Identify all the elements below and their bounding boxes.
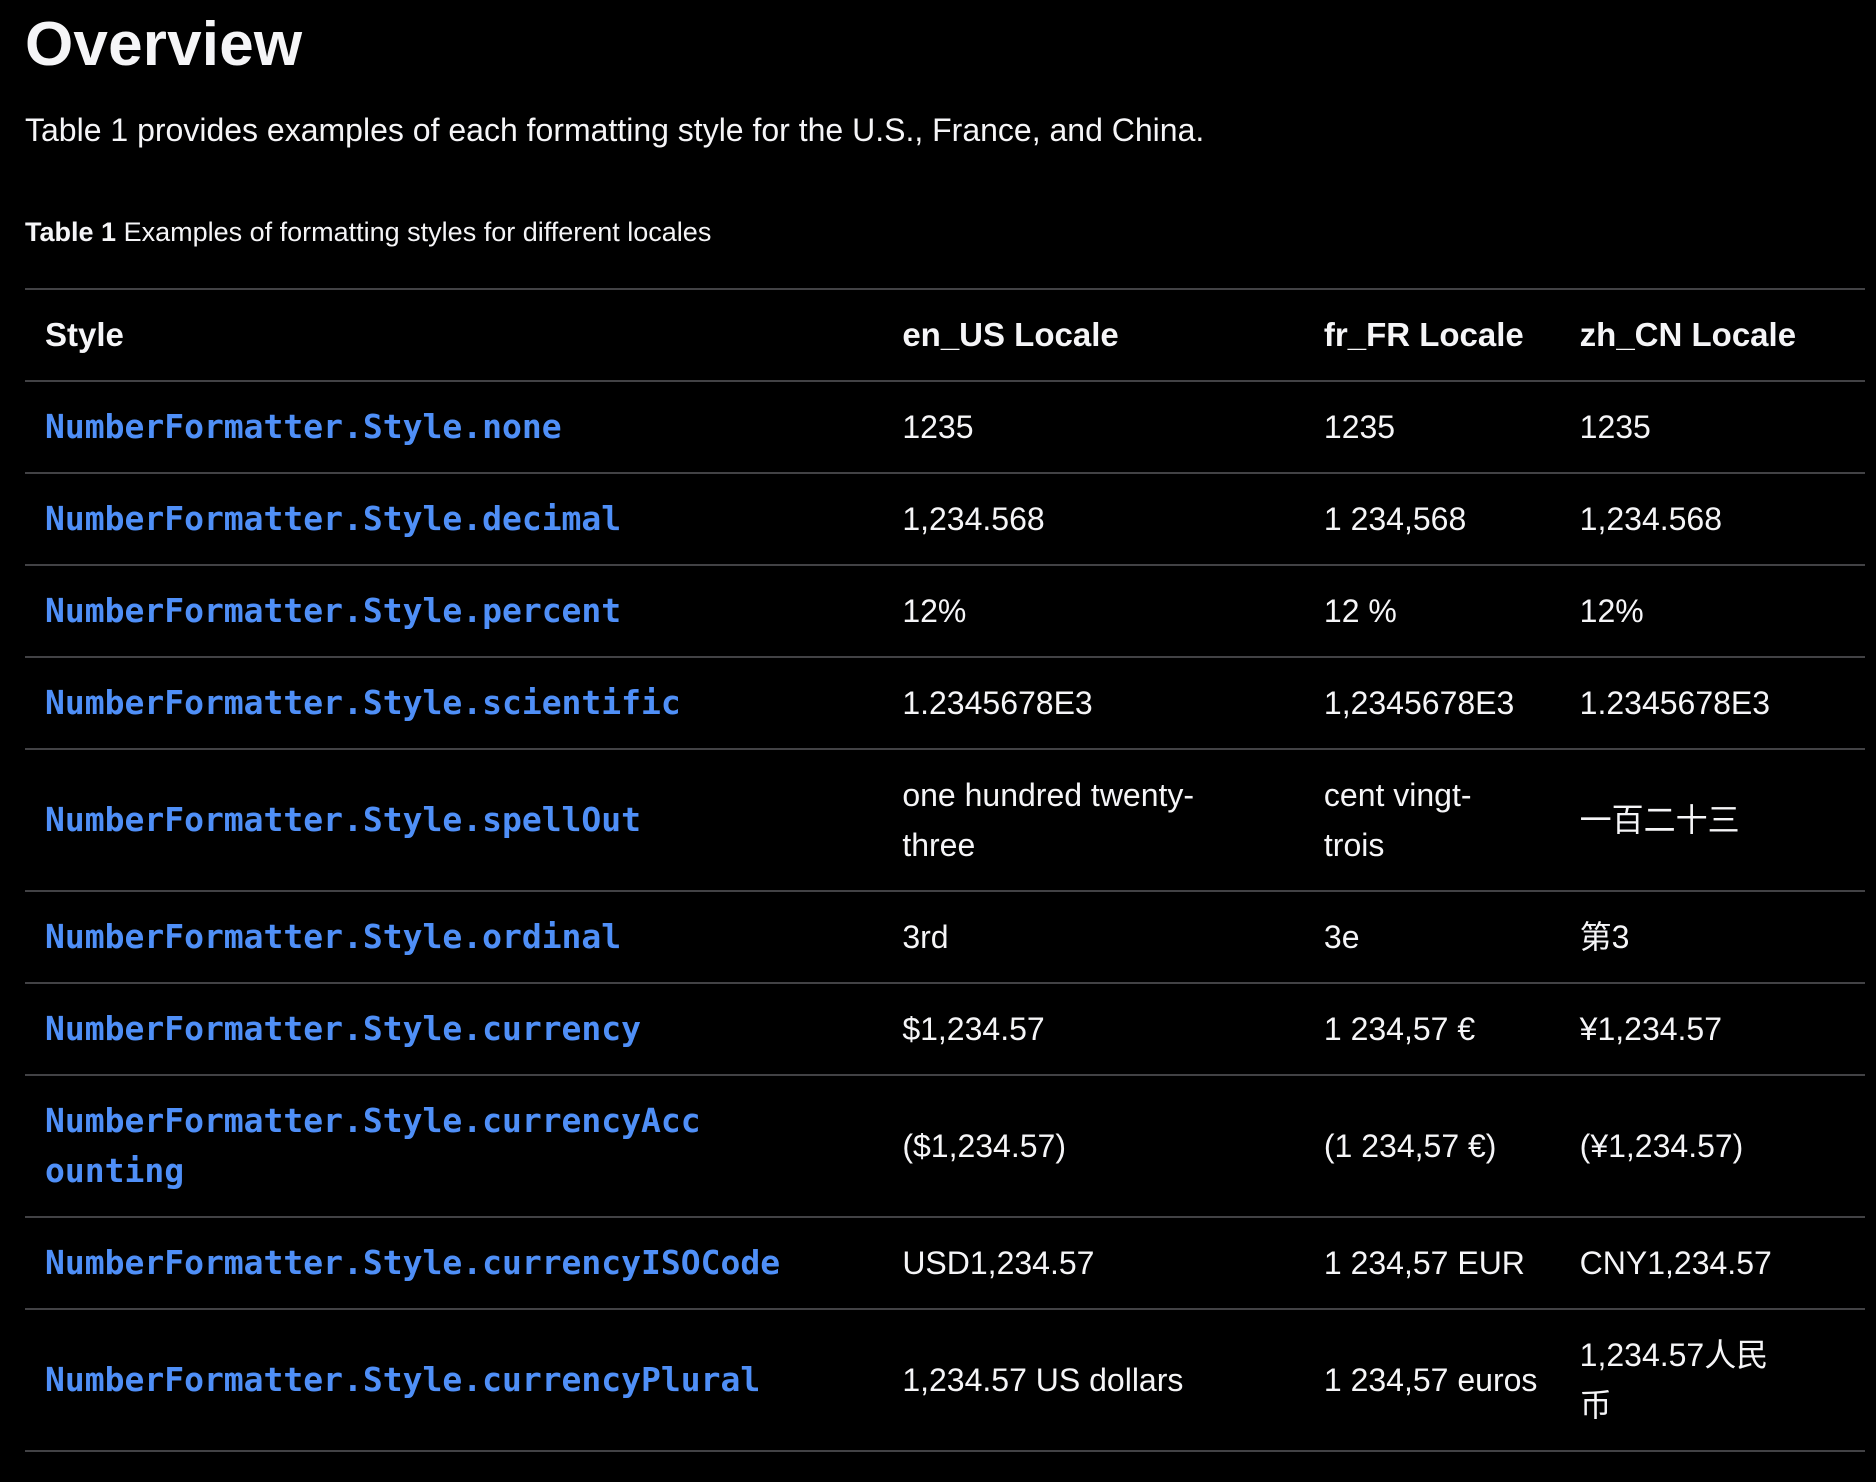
- cell-zh-cn: 1235: [1559, 380, 1865, 473]
- table-row: NumberFormatter.Style.currencyPlural 1,2…: [25, 1308, 1865, 1452]
- style-link-ordinal[interactable]: NumberFormatter.Style.ordinal: [45, 917, 621, 956]
- cell-zh-cn: 1,234.57人民币: [1559, 1308, 1865, 1452]
- cell-fr-fr: 1 234,57 EUR: [1303, 1216, 1560, 1309]
- cell-zh-cn: 一百二十三: [1559, 748, 1865, 891]
- cell-fr-fr: 1 234,57 €: [1303, 982, 1560, 1075]
- table-row: NumberFormatter.Style.ordinal 3rd 3e 第3: [25, 890, 1865, 983]
- cell-en-us: USD1,234.57: [882, 1216, 1304, 1309]
- header-style: Style: [25, 288, 883, 381]
- cell-zh-cn: ¥1,234.57: [1559, 982, 1865, 1075]
- cell-en-us: ($1,234.57): [882, 1074, 1304, 1217]
- cell-en-us: 3rd: [882, 890, 1304, 983]
- table-caption-label: Table 1: [25, 217, 117, 247]
- table-row: NumberFormatter.Style.none 1235 1235 123…: [25, 380, 1865, 473]
- cell-zh-cn: 1.2345678E3: [1559, 656, 1865, 749]
- cell-fr-fr: 1,2345678E3: [1303, 656, 1560, 749]
- cell-en-us: 12%: [882, 564, 1304, 657]
- header-fr-fr: fr_FR Locale: [1303, 288, 1560, 381]
- cell-fr-fr: 3e: [1303, 890, 1560, 983]
- cell-zh-cn: (¥1,234.57): [1559, 1074, 1865, 1217]
- style-link-none[interactable]: NumberFormatter.Style.none: [45, 407, 562, 446]
- cell-en-us: 1235: [882, 380, 1304, 473]
- style-link-currency-iso-code[interactable]: NumberFormatter.Style.currencyISOCode: [45, 1243, 780, 1282]
- table-row: NumberFormatter.Style.currencyISOCode US…: [25, 1216, 1865, 1309]
- table-caption: Table 1 Examples of formatting styles fo…: [25, 217, 711, 248]
- page-title: Overview: [25, 10, 303, 79]
- style-link-scientific[interactable]: NumberFormatter.Style.scientific: [45, 683, 681, 722]
- cell-fr-fr: (1 234,57 €): [1303, 1074, 1560, 1217]
- table-row: NumberFormatter.Style.currencyAccounting…: [25, 1074, 1865, 1217]
- table-row: NumberFormatter.Style.currency $1,234.57…: [25, 982, 1865, 1075]
- style-link-percent[interactable]: NumberFormatter.Style.percent: [45, 591, 621, 630]
- cell-fr-fr: 1 234,568: [1303, 472, 1560, 565]
- style-link-currency-accounting[interactable]: NumberFormatter.Style.currencyAccounting: [45, 1096, 705, 1196]
- formatting-styles-table: Style en_US Locale fr_FR Locale zh_CN Lo…: [25, 288, 1865, 1452]
- style-link-currency-plural[interactable]: NumberFormatter.Style.currencyPlural: [45, 1360, 760, 1399]
- page: Overview Table 1 provides examples of ea…: [25, 0, 1865, 1452]
- style-link-spellout[interactable]: NumberFormatter.Style.spellOut: [45, 800, 641, 839]
- header-zh-cn: zh_CN Locale: [1559, 288, 1865, 381]
- table-header-row: Style en_US Locale fr_FR Locale zh_CN Lo…: [25, 288, 1865, 381]
- cell-en-us: 1,234.57 US dollars: [882, 1308, 1304, 1452]
- cell-zh-cn: CNY1,234.57: [1559, 1216, 1865, 1309]
- cell-zh-cn: 12%: [1559, 564, 1865, 657]
- cell-zh-cn: 1,234.568: [1559, 472, 1865, 565]
- cell-fr-fr: cent vingt-trois: [1303, 748, 1560, 891]
- cell-en-us: 1.2345678E3: [882, 656, 1304, 749]
- table-row: NumberFormatter.Style.spellOut one hundr…: [25, 748, 1865, 891]
- table-row: NumberFormatter.Style.scientific 1.23456…: [25, 656, 1865, 749]
- cell-fr-fr: 12 %: [1303, 564, 1560, 657]
- cell-en-us: 1,234.568: [882, 472, 1304, 565]
- intro-paragraph: Table 1 provides examples of each format…: [25, 112, 1205, 148]
- table-caption-text: Examples of formatting styles for differ…: [123, 217, 712, 247]
- cell-en-us: one hundred twenty-three: [882, 748, 1304, 891]
- table-row: NumberFormatter.Style.decimal 1,234.568 …: [25, 472, 1865, 565]
- cell-fr-fr: 1235: [1303, 380, 1560, 473]
- header-en-us: en_US Locale: [882, 288, 1304, 381]
- cell-zh-cn: 第3: [1559, 890, 1865, 983]
- style-link-currency[interactable]: NumberFormatter.Style.currency: [45, 1009, 641, 1048]
- cell-en-us: $1,234.57: [882, 982, 1304, 1075]
- table-row: NumberFormatter.Style.percent 12% 12 % 1…: [25, 564, 1865, 657]
- cell-fr-fr: 1 234,57 euros: [1303, 1308, 1560, 1452]
- style-link-decimal[interactable]: NumberFormatter.Style.decimal: [45, 499, 621, 538]
